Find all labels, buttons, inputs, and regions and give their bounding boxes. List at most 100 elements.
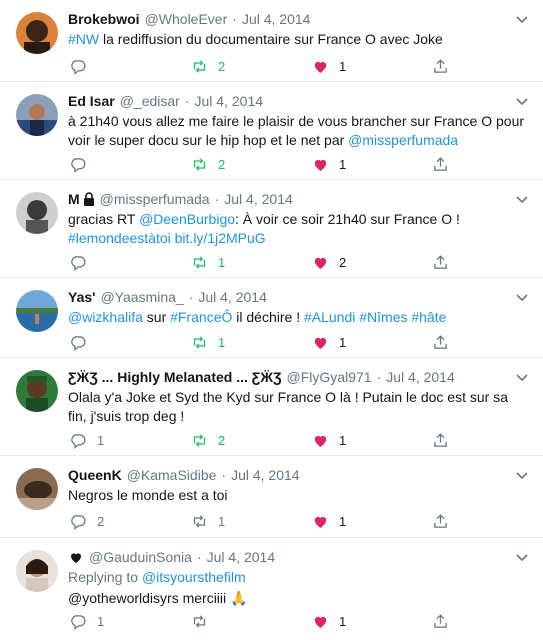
tweet[interactable]: @GauduinSonia · Jul 4, 2014 Replying to … bbox=[0, 538, 543, 640]
avatar[interactable] bbox=[16, 192, 58, 234]
like-button[interactable]: 1 bbox=[312, 511, 346, 531]
heart-icon bbox=[312, 334, 329, 351]
user-handle[interactable]: @Yaasmina_ bbox=[100, 288, 183, 306]
reply-button[interactable]: 1 bbox=[70, 611, 104, 631]
retweet-button[interactable]: 2 bbox=[191, 430, 225, 450]
hashtag-link[interactable]: #FranceÔ bbox=[170, 309, 232, 325]
heart-icon bbox=[312, 156, 329, 173]
reply-icon bbox=[70, 254, 87, 271]
user-handle[interactable]: @WholeEver bbox=[145, 10, 228, 28]
share-button[interactable] bbox=[432, 56, 449, 76]
tweet[interactable]: QueenK @KamaSidibe · Jul 4, 2014 Negros … bbox=[0, 456, 543, 538]
hashtag-link[interactable]: #NW bbox=[68, 31, 99, 47]
retweet-button[interactable]: 1 bbox=[191, 511, 225, 531]
tweet-date[interactable]: Jul 4, 2014 bbox=[386, 368, 455, 386]
mention-link[interactable]: @wizkhalifa bbox=[68, 309, 143, 325]
chevron-down-icon[interactable] bbox=[515, 94, 529, 108]
avatar[interactable] bbox=[16, 370, 58, 412]
display-name[interactable]: Yas' bbox=[68, 288, 95, 306]
like-count: 2 bbox=[339, 254, 347, 270]
mention-text[interactable]: @yotheworldisyrs bbox=[68, 590, 179, 606]
user-handle[interactable]: @FlyGyal971 bbox=[287, 368, 372, 386]
chevron-down-icon[interactable] bbox=[515, 370, 529, 384]
tweet-date[interactable]: Jul 4, 2014 bbox=[198, 288, 267, 306]
text-segment: la rediffusion du documentaire sur Franc… bbox=[99, 31, 443, 47]
tweet-text: gracias RT @DeenBurbigo: À voir ce soir … bbox=[68, 210, 527, 248]
tweet-actions: 1 2 bbox=[68, 252, 458, 272]
mention-link[interactable]: @missperfumada bbox=[348, 132, 458, 148]
tweet-text: @wizkhalifa sur #FranceÔ il déchire ! #A… bbox=[68, 308, 527, 327]
avatar[interactable] bbox=[16, 94, 58, 136]
tweet[interactable]: ƸӜƷ ... Highly Melanated ... ƸӜƷ @FlyGya… bbox=[0, 358, 543, 456]
reply-button[interactable] bbox=[70, 252, 97, 272]
tweet[interactable]: Ed Isar @_edisar · Jul 4, 2014 à 21h40 v… bbox=[0, 82, 543, 180]
text-segment: sur bbox=[142, 309, 171, 325]
share-button[interactable] bbox=[432, 154, 449, 174]
tweet[interactable]: Yas' @Yaasmina_ · Jul 4, 2014 @wizkhalif… bbox=[0, 278, 543, 358]
reply-button[interactable]: 1 bbox=[70, 430, 104, 450]
tweet[interactable]: Brokebwoi @WholeEver · Jul 4, 2014 #NW l… bbox=[0, 0, 543, 82]
avatar[interactable] bbox=[16, 550, 58, 592]
url-link[interactable]: bit.ly/1j2MPuG bbox=[175, 230, 266, 246]
share-button[interactable] bbox=[432, 332, 449, 352]
tweet-date[interactable]: Jul 4, 2014 bbox=[195, 92, 264, 110]
tweet-date[interactable]: Jul 4, 2014 bbox=[224, 190, 293, 208]
reply-icon bbox=[70, 513, 87, 530]
hashtag-link[interactable]: #lemondeestàtoi bbox=[68, 230, 171, 246]
display-name[interactable]: ƸӜƷ ... Highly Melanated ... ƸӜƷ bbox=[68, 368, 282, 386]
reply-button[interactable] bbox=[70, 154, 97, 174]
tweet-date[interactable]: Jul 4, 2014 bbox=[231, 466, 300, 484]
tweet-actions: 1 2 1 bbox=[68, 430, 458, 450]
text-segment: Negros le monde est a toi bbox=[68, 487, 228, 503]
retweet-button[interactable] bbox=[191, 611, 218, 631]
hashtag-link[interactable]: #ALundi bbox=[304, 309, 355, 325]
reply-button[interactable]: 2 bbox=[70, 511, 104, 531]
retweet-button[interactable]: 2 bbox=[191, 154, 225, 174]
tweet-actions: 2 1 bbox=[68, 56, 458, 76]
tweet-header: M @missperfumada · Jul 4, 2014 bbox=[68, 190, 527, 208]
hashtag-link[interactable]: #Nîmes bbox=[359, 309, 407, 325]
share-button[interactable] bbox=[432, 430, 449, 450]
display-name[interactable]: Ed Isar bbox=[68, 92, 115, 110]
chevron-down-icon[interactable] bbox=[515, 12, 529, 26]
avatar[interactable] bbox=[16, 290, 58, 332]
user-handle[interactable]: @KamaSidibe bbox=[127, 466, 217, 484]
chevron-down-icon[interactable] bbox=[515, 290, 529, 304]
like-button[interactable]: 1 bbox=[312, 332, 346, 352]
avatar[interactable] bbox=[16, 12, 58, 54]
separator: · bbox=[184, 93, 190, 109]
tweet[interactable]: M @missperfumada · Jul 4, 2014 gracias R… bbox=[0, 180, 543, 278]
like-button[interactable]: 2 bbox=[312, 252, 346, 272]
retweet-button[interactable]: 2 bbox=[191, 56, 225, 76]
like-button[interactable]: 1 bbox=[312, 154, 346, 174]
user-handle[interactable]: @GauduinSonia bbox=[89, 548, 192, 566]
tweet-date[interactable]: Jul 4, 2014 bbox=[242, 10, 311, 28]
chevron-down-icon[interactable] bbox=[515, 468, 529, 482]
share-button[interactable] bbox=[432, 511, 449, 531]
like-button[interactable]: 1 bbox=[312, 56, 346, 76]
display-name[interactable]: M bbox=[68, 190, 80, 208]
tweet-actions: 1 1 bbox=[68, 611, 458, 631]
share-button[interactable] bbox=[432, 252, 449, 272]
mention-link[interactable]: @itsyoursthefilm bbox=[142, 569, 246, 585]
retweet-count: 2 bbox=[218, 432, 226, 448]
reply-button[interactable] bbox=[70, 332, 97, 352]
like-count: 1 bbox=[339, 613, 347, 629]
text-segment: il déchire ! bbox=[232, 309, 304, 325]
retweet-button[interactable]: 1 bbox=[191, 252, 225, 272]
mention-link[interactable]: @DeenBurbigo bbox=[139, 211, 235, 227]
display-name[interactable]: Brokebwoi bbox=[68, 10, 140, 28]
avatar[interactable] bbox=[16, 468, 58, 510]
display-name[interactable]: QueenK bbox=[68, 466, 122, 484]
retweet-button[interactable]: 1 bbox=[191, 332, 225, 352]
user-handle[interactable]: @missperfumada bbox=[100, 190, 210, 208]
tweet-date[interactable]: Jul 4, 2014 bbox=[207, 548, 276, 566]
chevron-down-icon[interactable] bbox=[515, 192, 529, 206]
like-button[interactable]: 1 bbox=[312, 611, 346, 631]
share-button[interactable] bbox=[432, 611, 449, 631]
hashtag-link[interactable]: #hâte bbox=[411, 309, 446, 325]
reply-button[interactable] bbox=[70, 56, 97, 76]
like-button[interactable]: 1 bbox=[312, 430, 346, 450]
user-handle[interactable]: @_edisar bbox=[120, 92, 180, 110]
chevron-down-icon[interactable] bbox=[515, 550, 529, 564]
